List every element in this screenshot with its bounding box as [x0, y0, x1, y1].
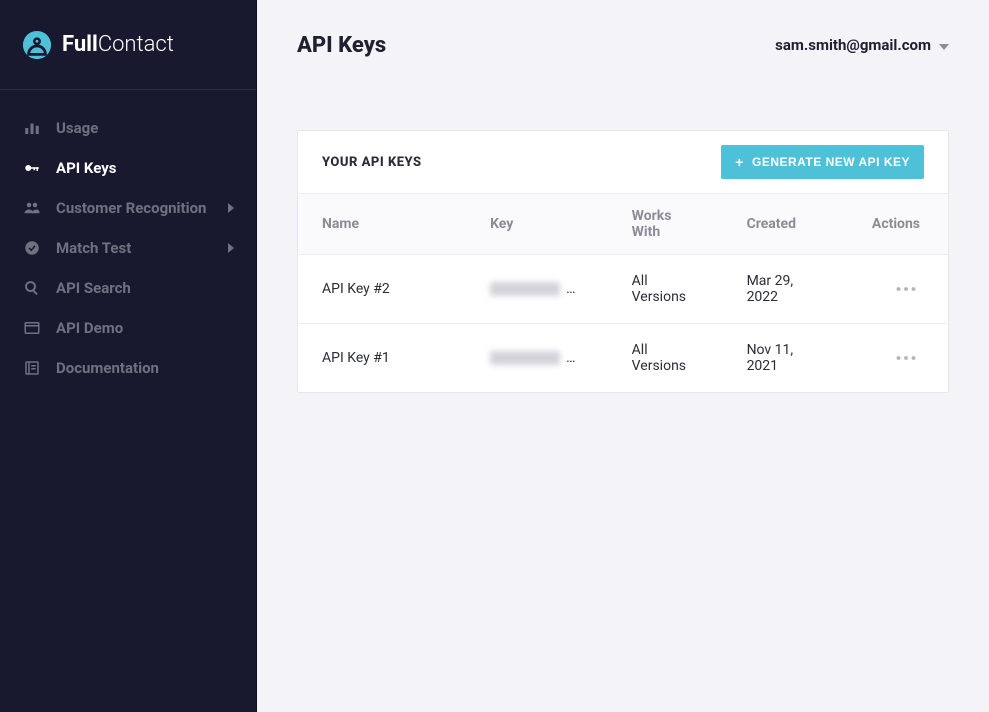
- cell-actions: [848, 324, 948, 393]
- check-circle-icon: [22, 238, 42, 258]
- app-root: FullContact Usage API Keys: [0, 0, 989, 712]
- book-icon: [22, 358, 42, 378]
- cell-works-with: All Versions: [608, 255, 723, 324]
- card-header: YOUR API KEYS + GENERATE NEW API KEY: [298, 131, 948, 193]
- obscured-key: [490, 351, 560, 365]
- column-header-works-with: Works With: [608, 194, 723, 255]
- sidebar-item-api-keys[interactable]: API Keys: [0, 148, 256, 188]
- cell-name: API Key #2: [298, 255, 466, 324]
- page-title: API Keys: [297, 33, 386, 58]
- cell-actions: [848, 255, 948, 324]
- sidebar-item-label: Documentation: [56, 359, 234, 377]
- people-icon: [22, 198, 42, 218]
- chevron-right-icon: [228, 203, 234, 213]
- logo-container: FullContact: [0, 0, 256, 90]
- brand-mark-icon: [22, 30, 52, 60]
- sidebar-item-label: Usage: [56, 119, 234, 137]
- sidebar-item-match-test[interactable]: Match Test: [0, 228, 256, 268]
- column-header-key: Key: [466, 194, 608, 255]
- header: API Keys sam.smith@gmail.com: [257, 0, 989, 90]
- sidebar-nav: Usage API Keys Customer Recognition: [0, 90, 256, 406]
- sidebar-item-label: Match Test: [56, 239, 214, 257]
- brand-name: FullContact: [62, 32, 174, 57]
- column-header-created: Created: [723, 194, 848, 255]
- sidebar-item-api-demo[interactable]: API Demo: [0, 308, 256, 348]
- generate-new-api-key-button[interactable]: + GENERATE NEW API KEY: [721, 145, 924, 179]
- user-menu[interactable]: sam.smith@gmail.com: [775, 36, 949, 54]
- table-row: API Key #1 … All Versions Nov 11, 2021: [298, 324, 948, 393]
- sidebar-item-label: API Keys: [56, 159, 234, 177]
- table-row: API Key #2 … All Versions Mar 29, 2022: [298, 255, 948, 324]
- key-ellipsis: …: [566, 350, 575, 366]
- obscured-key: [490, 282, 560, 296]
- sidebar-item-label: Customer Recognition: [56, 199, 214, 217]
- sidebar-item-label: API Search: [56, 279, 234, 297]
- row-actions-button[interactable]: [892, 348, 920, 368]
- sidebar-item-api-search[interactable]: API Search: [0, 268, 256, 308]
- key-icon: [22, 158, 42, 178]
- search-icon: [22, 278, 42, 298]
- key-ellipsis: …: [566, 281, 575, 297]
- sidebar-item-usage[interactable]: Usage: [0, 108, 256, 148]
- cell-created: Mar 29, 2022: [723, 255, 848, 324]
- main: API Keys sam.smith@gmail.com YOUR API KE…: [257, 0, 989, 712]
- sidebar: FullContact Usage API Keys: [0, 0, 257, 712]
- row-actions-button[interactable]: [892, 279, 920, 299]
- bar-chart-icon: [22, 118, 42, 138]
- chevron-right-icon: [228, 243, 234, 253]
- sidebar-item-customer-recognition[interactable]: Customer Recognition: [0, 188, 256, 228]
- user-email: sam.smith@gmail.com: [775, 36, 931, 54]
- column-header-actions: Actions: [848, 194, 948, 255]
- sidebar-item-documentation[interactable]: Documentation: [0, 348, 256, 388]
- button-label: GENERATE NEW API KEY: [752, 155, 910, 169]
- brand-logo[interactable]: FullContact: [22, 30, 174, 60]
- table-header-row: Name Key Works With Created Actions: [298, 194, 948, 255]
- window-icon: [22, 318, 42, 338]
- cell-key: …: [466, 324, 608, 393]
- sidebar-item-label: API Demo: [56, 319, 234, 337]
- cell-works-with: All Versions: [608, 324, 723, 393]
- content: YOUR API KEYS + GENERATE NEW API KEY Nam…: [257, 90, 989, 433]
- plus-icon: +: [735, 155, 744, 169]
- column-header-name: Name: [298, 194, 466, 255]
- cell-name: API Key #1: [298, 324, 466, 393]
- cell-key: …: [466, 255, 608, 324]
- api-keys-card: YOUR API KEYS + GENERATE NEW API KEY Nam…: [297, 130, 949, 393]
- card-title: YOUR API KEYS: [322, 155, 422, 170]
- cell-created: Nov 11, 2021: [723, 324, 848, 393]
- api-keys-table: Name Key Works With Created Actions API …: [298, 193, 948, 392]
- chevron-down-icon: [939, 36, 949, 54]
